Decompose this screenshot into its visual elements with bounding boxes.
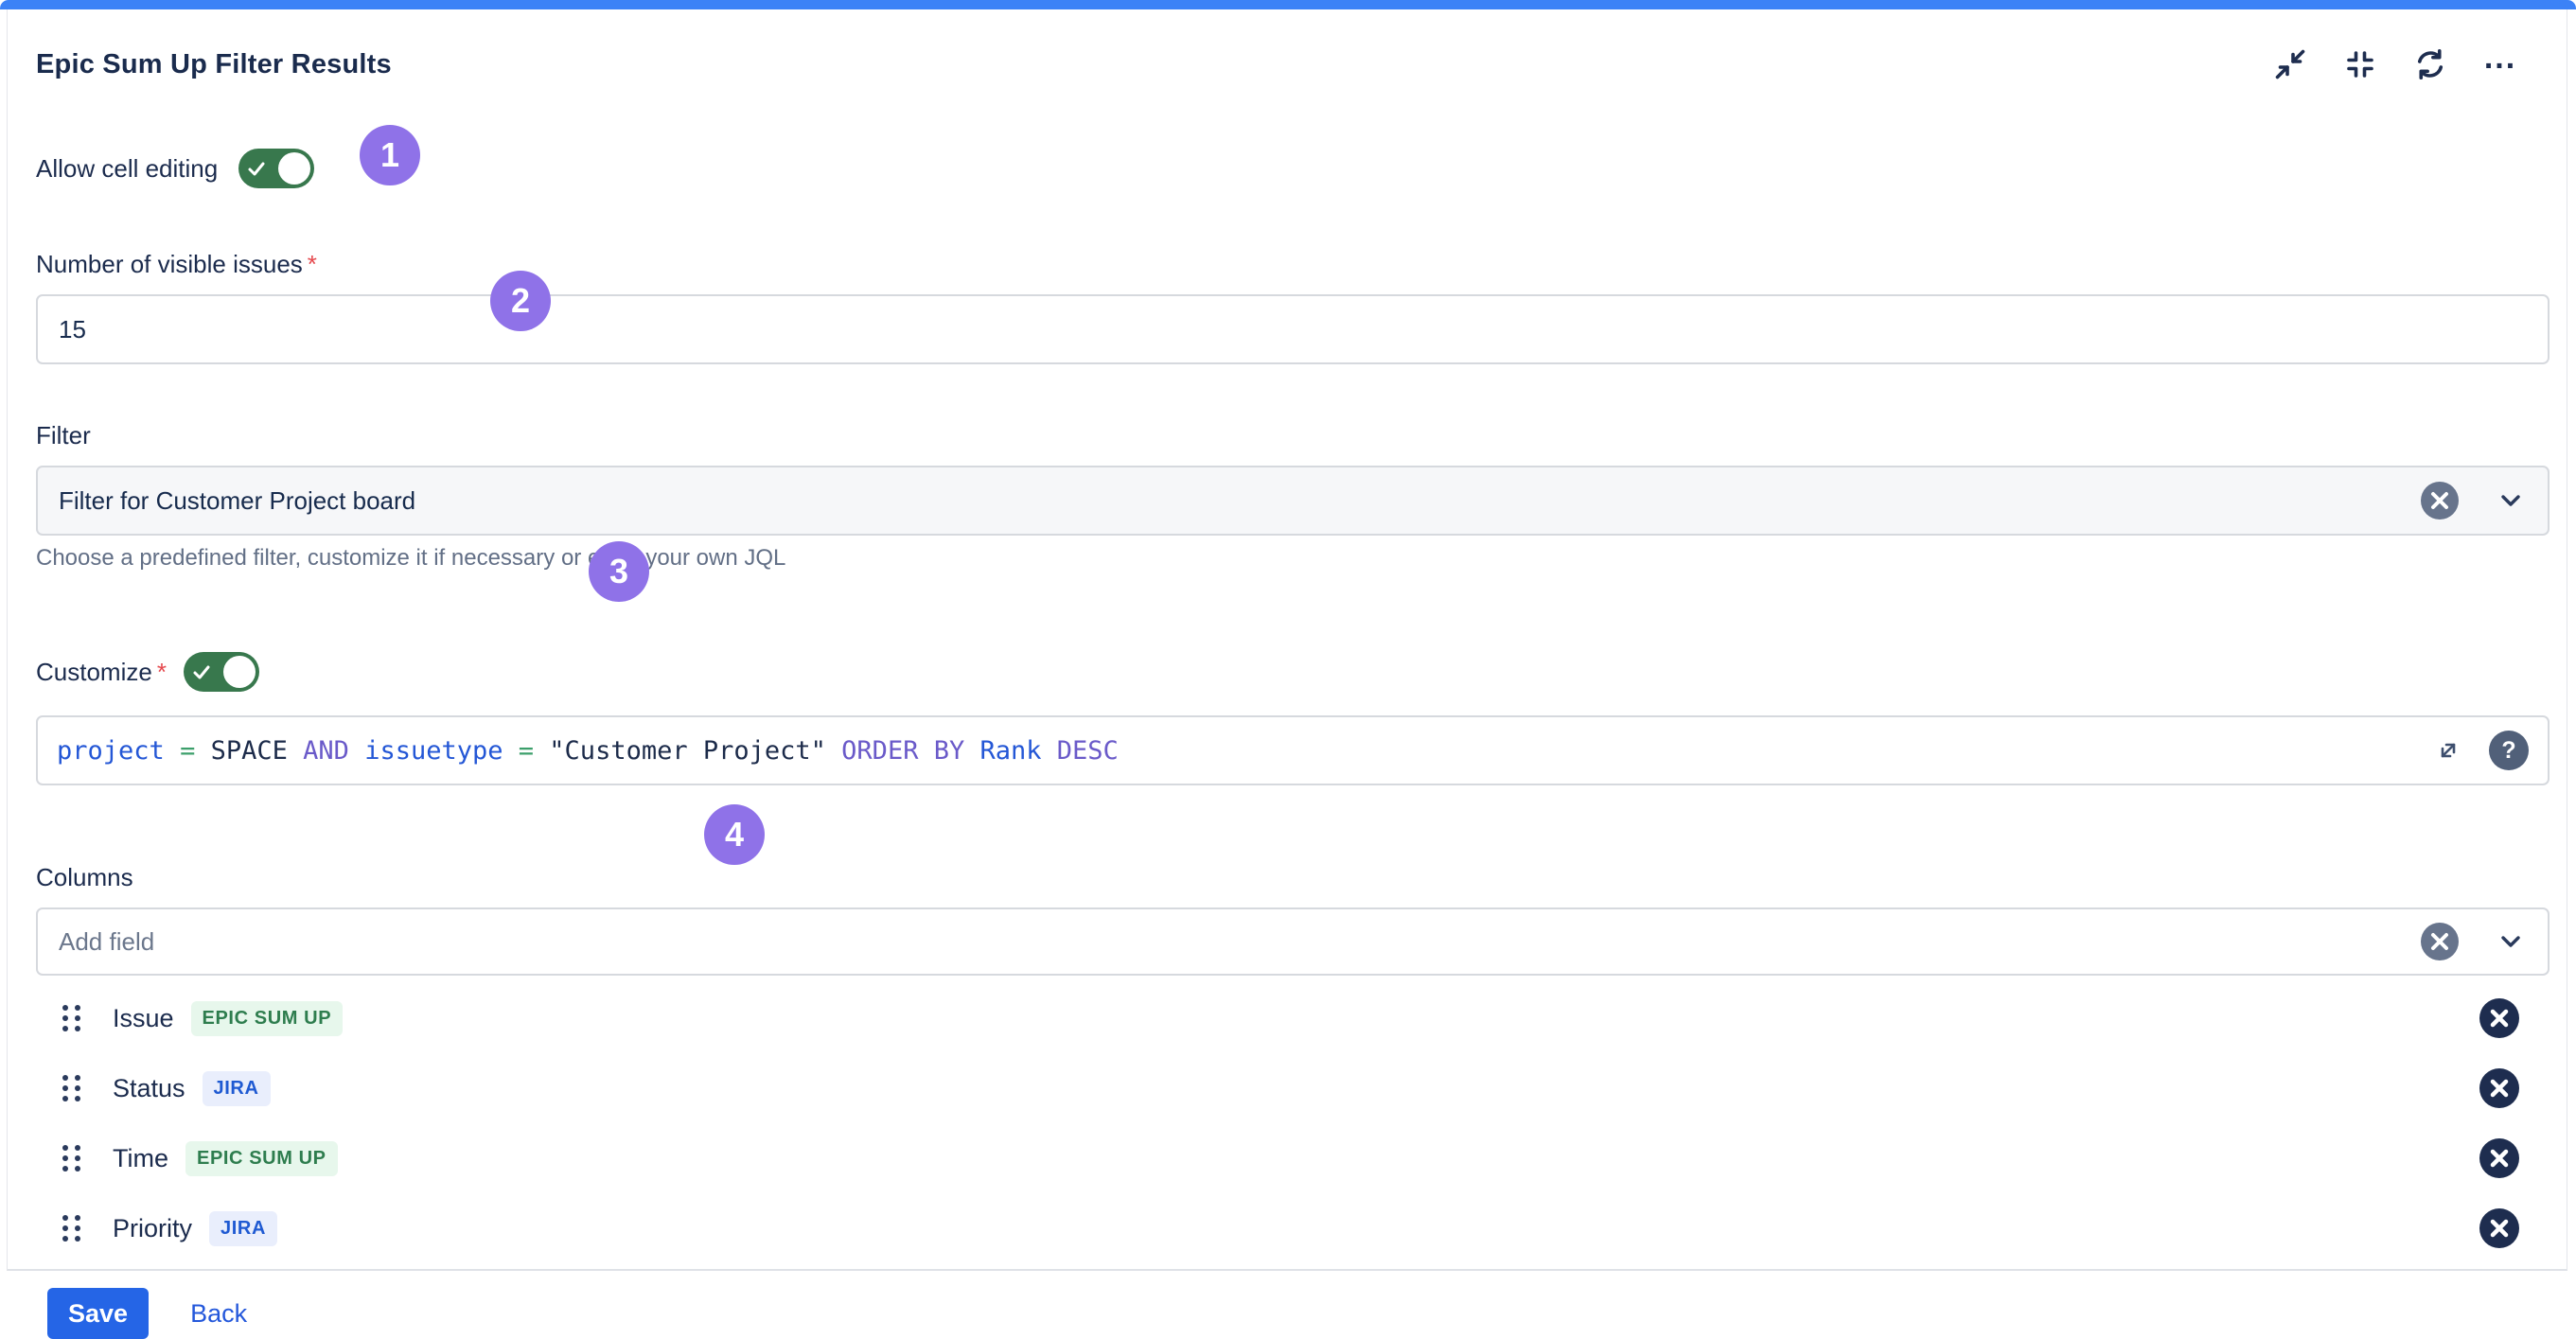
source-badge-epic-sum-up: EPIC SUM UP	[185, 1141, 338, 1176]
column-name: Status	[113, 1074, 185, 1103]
column-row-time: Time EPIC SUM UP	[36, 1123, 2534, 1193]
jql-token: AND	[303, 736, 349, 766]
drag-handle-icon[interactable]	[62, 1075, 80, 1101]
customize-label: Customize*	[36, 658, 167, 687]
filter-select[interactable]: Filter for Customer Project board	[36, 466, 2550, 536]
step-badge-2: 2	[490, 271, 551, 331]
jql-token: Rank	[979, 736, 1041, 766]
epic-sum-up-card: 1 2 3 4 Epic Sum Up Filter Results	[7, 9, 2567, 1271]
filter-label: Filter	[36, 421, 2534, 450]
column-name: Issue	[113, 1004, 174, 1033]
form-footer: Save Back	[36, 1288, 2534, 1339]
exit-fullscreen-icon[interactable]	[2343, 47, 2377, 81]
step-badge-3: 3	[589, 541, 649, 602]
visible-issues-value: 15	[59, 315, 86, 344]
gadget-panel: 1 2 3 4 Epic Sum Up Filter Results	[0, 0, 2576, 1273]
source-badge-jira: JIRA	[203, 1071, 271, 1106]
drag-handle-icon[interactable]	[62, 1145, 80, 1172]
panel-accent-bar	[0, 0, 2576, 9]
save-button[interactable]: Save	[47, 1288, 149, 1339]
visible-issues-label: Number of visible issues*	[36, 250, 2534, 279]
customize-label-text: Customize	[36, 658, 152, 686]
drag-handle-icon[interactable]	[62, 1215, 80, 1242]
remove-column-icon[interactable]	[2479, 998, 2519, 1038]
toggle-knob	[278, 152, 310, 185]
add-field-input[interactable]: Add field	[36, 907, 2550, 976]
jql-token: =	[519, 736, 534, 766]
column-name: Priority	[113, 1214, 192, 1243]
step-badge-4: 4	[704, 804, 765, 865]
remove-column-icon[interactable]	[2479, 1208, 2519, 1248]
step-badge-1: 1	[360, 125, 420, 185]
customize-toggle[interactable]	[184, 652, 259, 692]
panel-actions: ...	[2273, 47, 2534, 81]
filter-clear-icon[interactable]	[2421, 482, 2459, 520]
column-name: Time	[113, 1144, 168, 1173]
more-options-icon[interactable]: ...	[2483, 47, 2517, 81]
column-row-status: Status JIRA	[36, 1053, 2534, 1123]
filter-selected-value: Filter for Customer Project board	[59, 486, 2421, 516]
customize-row: Customize*	[36, 645, 2534, 698]
columns-label: Columns	[36, 863, 2534, 892]
add-field-placeholder: Add field	[59, 927, 2421, 957]
chevron-down-icon[interactable]	[2495, 925, 2527, 958]
jql-token: project	[57, 736, 165, 766]
collapse-diagonal-icon[interactable]	[2273, 47, 2307, 81]
column-row-priority: Priority JIRA	[36, 1193, 2534, 1263]
visible-issues-label-text: Number of visible issues	[36, 250, 303, 278]
panel-header: Epic Sum Up Filter Results ...	[36, 9, 2534, 81]
required-asterisk: *	[157, 658, 167, 686]
jql-token: =	[180, 736, 195, 766]
toggle-knob	[223, 656, 256, 688]
source-badge-jira: JIRA	[209, 1211, 277, 1246]
expand-icon[interactable]	[2432, 734, 2464, 766]
jql-editor[interactable]: project = SPACE AND issuetype = "Custome…	[36, 715, 2550, 785]
jql-token: ORDER BY	[841, 736, 964, 766]
required-asterisk: *	[308, 250, 317, 278]
chevron-down-icon[interactable]	[2495, 485, 2527, 517]
allow-cell-editing-label: Allow cell editing	[36, 154, 218, 184]
remove-column-icon[interactable]	[2479, 1138, 2519, 1178]
source-badge-epic-sum-up: EPIC SUM UP	[191, 1001, 344, 1036]
allow-cell-editing-toggle[interactable]	[238, 149, 314, 188]
back-link[interactable]: Back	[190, 1299, 247, 1329]
jql-query-text: project = SPACE AND issuetype = "Custome…	[57, 736, 2432, 766]
column-row-issue: Issue EPIC SUM UP	[36, 983, 2534, 1053]
drag-handle-icon[interactable]	[62, 1005, 80, 1031]
filter-help-text: Choose a predefined filter, customize it…	[36, 545, 2534, 572]
jql-token: "Customer Project"	[549, 736, 826, 766]
jql-token: issuetype	[364, 736, 503, 766]
remove-column-icon[interactable]	[2479, 1068, 2519, 1108]
help-icon[interactable]: ?	[2489, 731, 2529, 770]
columns-list: Issue EPIC SUM UP Status JIRA	[36, 983, 2534, 1263]
add-field-clear-icon[interactable]	[2421, 923, 2459, 960]
jql-token: DESC	[1057, 736, 1119, 766]
visible-issues-input[interactable]: 15	[36, 294, 2550, 364]
page-title: Epic Sum Up Filter Results	[36, 49, 392, 80]
jql-token: SPACE	[211, 736, 288, 766]
refresh-icon[interactable]	[2413, 47, 2447, 81]
